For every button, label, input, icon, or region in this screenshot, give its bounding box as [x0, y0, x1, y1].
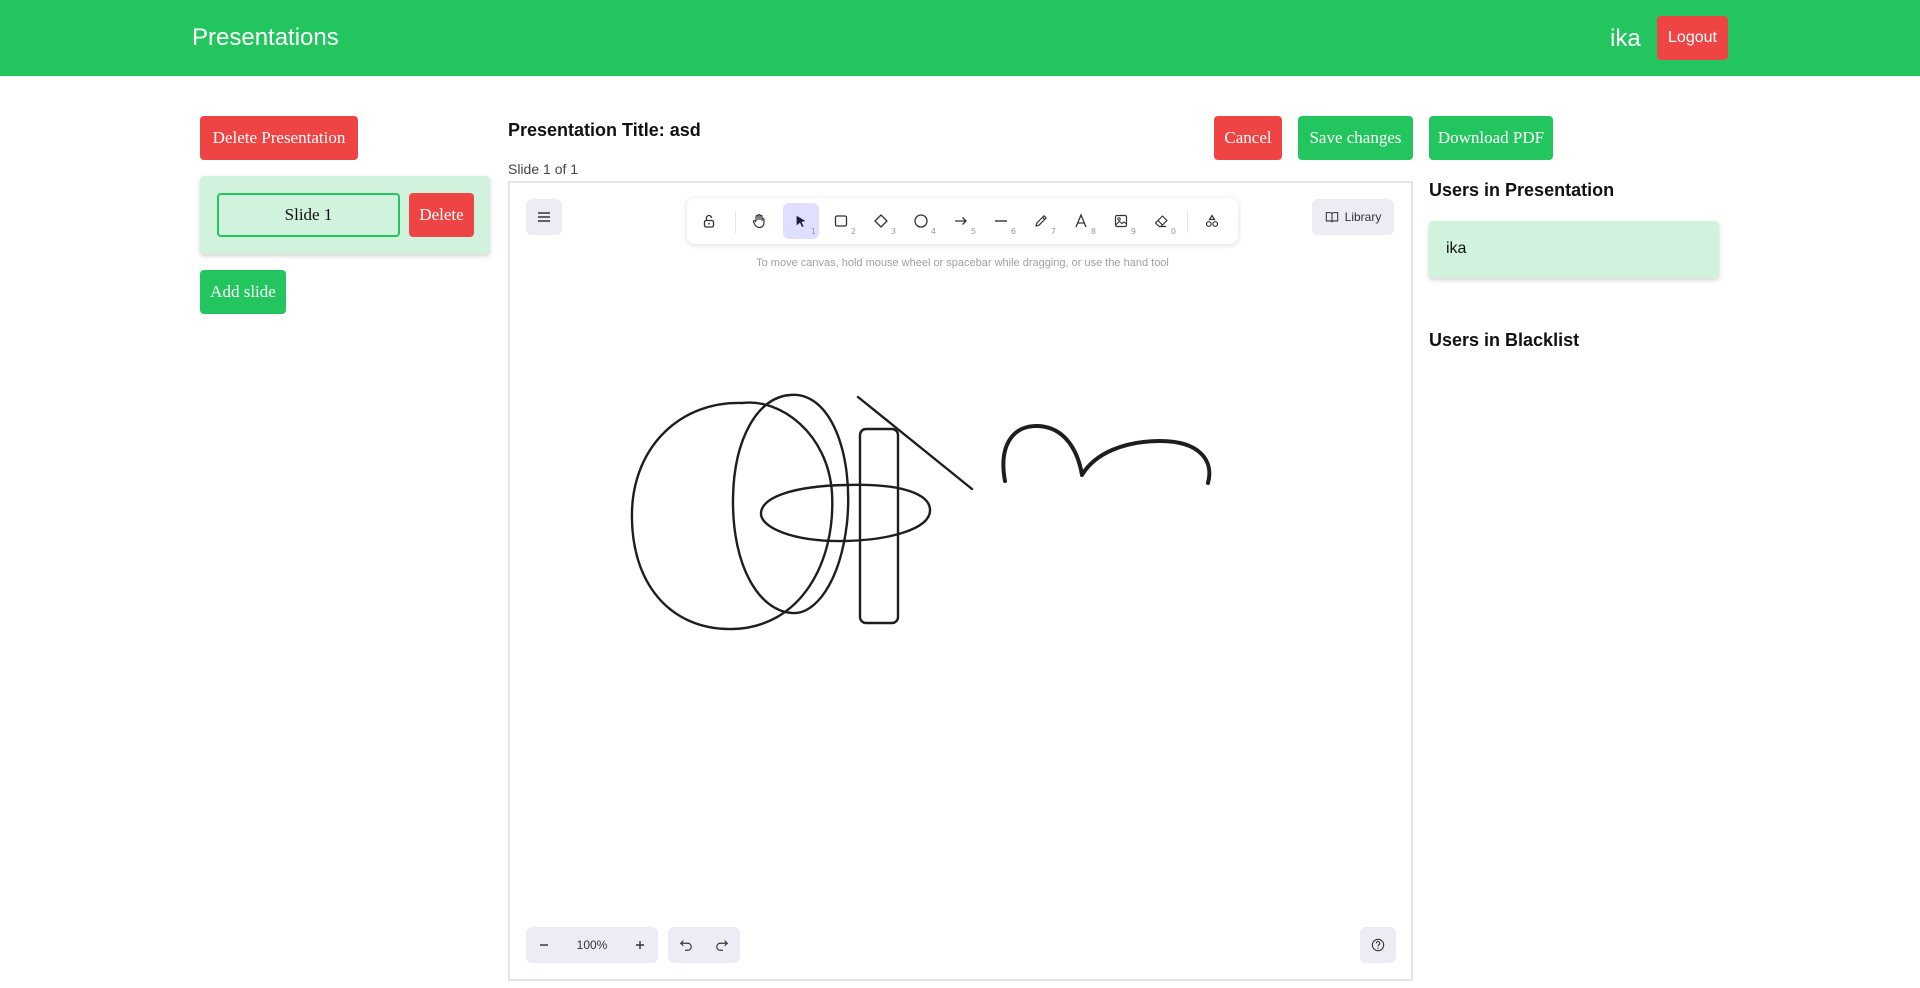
lock-icon	[703, 214, 715, 228]
rectangle-icon	[834, 215, 848, 227]
pointer-icon	[796, 215, 806, 227]
tool-rectangle[interactable]: 2	[823, 203, 859, 239]
presentation-title: Presentation Title: asd	[508, 120, 701, 140]
user-list-item[interactable]: ika	[1429, 221, 1719, 278]
book-icon	[1325, 212, 1338, 223]
users-in-blacklist-heading: Users in Blacklist	[1429, 330, 1580, 350]
tool-lock[interactable]	[691, 203, 727, 239]
canvas-drawing[interactable]	[510, 183, 1415, 983]
zoom-controls: 100%	[526, 927, 658, 963]
users-in-presentation-heading: Users in Presentation	[1429, 180, 1615, 200]
minus-icon	[540, 944, 548, 946]
help-button[interactable]	[1360, 927, 1396, 963]
image-icon	[1114, 214, 1128, 228]
help-icon	[1371, 938, 1385, 952]
diamond-icon	[874, 214, 888, 228]
add-slide-button[interactable]: Add slide	[200, 270, 286, 314]
tool-arrow[interactable]: 5	[943, 203, 979, 239]
undo-icon	[679, 940, 692, 951]
undo-button[interactable]	[668, 927, 704, 963]
pencil-icon	[1035, 215, 1047, 227]
tool-diamond[interactable]: 3	[863, 203, 899, 239]
library-button[interactable]: Library	[1312, 199, 1394, 235]
logout-button[interactable]: Logout	[1657, 16, 1728, 60]
tool-hand[interactable]	[741, 203, 777, 239]
zoom-out-button[interactable]	[526, 927, 562, 963]
delete-slide-button[interactable]: Delete	[409, 193, 474, 237]
text-icon	[1075, 213, 1087, 228]
slide-select-button[interactable]: Slide 1	[217, 193, 400, 237]
zoom-level[interactable]: 100%	[562, 927, 622, 963]
hamburger-icon	[538, 212, 550, 222]
drawn-rectangle	[858, 427, 900, 625]
tool-selection[interactable]: 1	[783, 203, 819, 239]
eraser-icon	[1154, 215, 1168, 228]
tool-image[interactable]: 9	[1103, 203, 1139, 239]
download-pdf-button[interactable]: Download PDF	[1429, 116, 1553, 160]
plus-icon	[636, 941, 644, 949]
user-name: ika	[1446, 240, 1467, 257]
tool-ellipse[interactable]: 4	[903, 203, 939, 239]
cancel-button[interactable]: Cancel	[1214, 116, 1282, 160]
redo-button[interactable]	[704, 927, 740, 963]
tool-line[interactable]: 6	[983, 203, 1019, 239]
zoom-in-button[interactable]	[622, 927, 658, 963]
app-title[interactable]: Presentations	[192, 24, 339, 52]
current-username: ika	[1610, 25, 1641, 52]
history-controls	[668, 927, 740, 963]
drawn-curve	[1001, 423, 1212, 485]
arrow-icon	[955, 217, 967, 225]
tool-pencil[interactable]: 7	[1023, 203, 1059, 239]
tool-eraser[interactable]: 0	[1143, 203, 1179, 239]
save-changes-button[interactable]: Save changes	[1298, 116, 1413, 160]
line-icon	[995, 220, 1007, 222]
drawn-ellipse-large	[630, 401, 834, 631]
ellipse-icon	[914, 214, 928, 228]
drawn-ellipse-tall	[731, 393, 850, 615]
tool-text[interactable]: 8	[1063, 203, 1099, 239]
shapes-icon	[1205, 214, 1219, 227]
redo-icon	[716, 940, 729, 951]
slide-counter: Slide 1 of 1	[508, 161, 579, 177]
drawing-toolbar: 1 2 3 4 5 6 7 8 9 0	[687, 198, 1238, 244]
hand-icon	[752, 213, 765, 229]
slide-list-item: Slide 1 Delete	[200, 176, 490, 254]
canvas-hint: To move canvas, hold mouse wheel or spac…	[756, 257, 1169, 269]
drawn-line	[856, 395, 974, 491]
drawing-canvas[interactable]: 1 2 3 4 5 6 7 8 9 0 To move canvas, hold…	[508, 181, 1413, 981]
library-label: Library	[1344, 210, 1382, 224]
top-navbar: Presentations ika Logout	[0, 0, 1920, 76]
tool-extra-shapes[interactable]	[1194, 203, 1230, 239]
main-menu-button[interactable]	[526, 199, 562, 235]
delete-presentation-button[interactable]: Delete Presentation	[200, 116, 358, 160]
